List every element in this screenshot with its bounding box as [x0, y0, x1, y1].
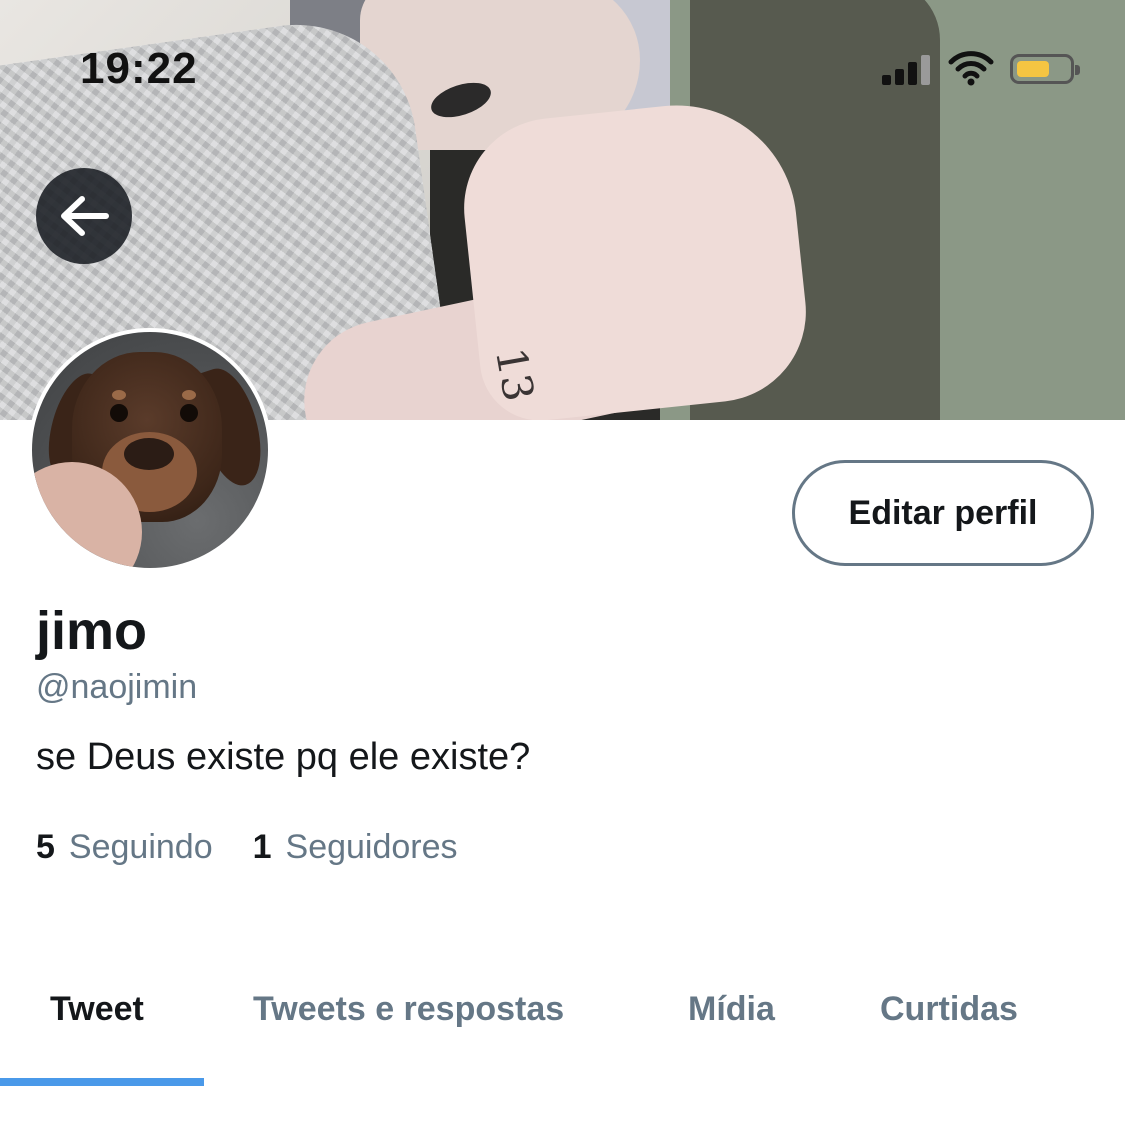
user-handle: @naojimin [36, 668, 198, 706]
avatar-dog-eye [180, 404, 198, 422]
tab-midia[interactable]: Mídia [688, 990, 775, 1029]
battery-level [1017, 61, 1049, 77]
tab-tweets-e-respostas[interactable]: Tweets e respostas [253, 990, 564, 1029]
back-button[interactable] [36, 168, 132, 264]
followers-count: 1 [252, 828, 272, 866]
status-time: 19:22 [80, 44, 198, 93]
cellular-signal-icon [882, 55, 934, 85]
followers-label: Seguidores [285, 828, 458, 866]
tab-curtidas[interactable]: Curtidas [880, 990, 1018, 1029]
edit-profile-button[interactable]: Editar perfil [792, 460, 1094, 566]
wifi-icon [948, 50, 994, 86]
avatar-dog-brow [112, 390, 126, 400]
banner-tattoo-13: 13 [485, 343, 544, 406]
profile-tabs: Tweet Tweets e respostas Mídia Curtidas [0, 960, 1125, 1088]
display-name: jimo [36, 601, 148, 661]
profile-stats: 5 Seguindo 1 Seguidores [36, 828, 458, 867]
avatar-dog-brow [182, 390, 196, 400]
profile-bio: se Deus existe pq ele existe? [36, 736, 531, 778]
following-count: 5 [36, 828, 55, 866]
following-stat[interactable]: 5 Seguindo [36, 828, 213, 867]
avatar[interactable] [28, 328, 272, 572]
arrow-left-icon [61, 196, 109, 236]
battery-icon [1010, 54, 1080, 84]
avatar-dog-nose [124, 438, 174, 470]
tab-tweet[interactable]: Tweet [50, 990, 144, 1029]
active-tab-indicator [0, 1078, 204, 1086]
avatar-dog-eye [110, 404, 128, 422]
followers-stat[interactable]: 1 Seguidores [253, 828, 458, 867]
following-label: Seguindo [68, 828, 213, 866]
battery-nub [1075, 65, 1080, 75]
